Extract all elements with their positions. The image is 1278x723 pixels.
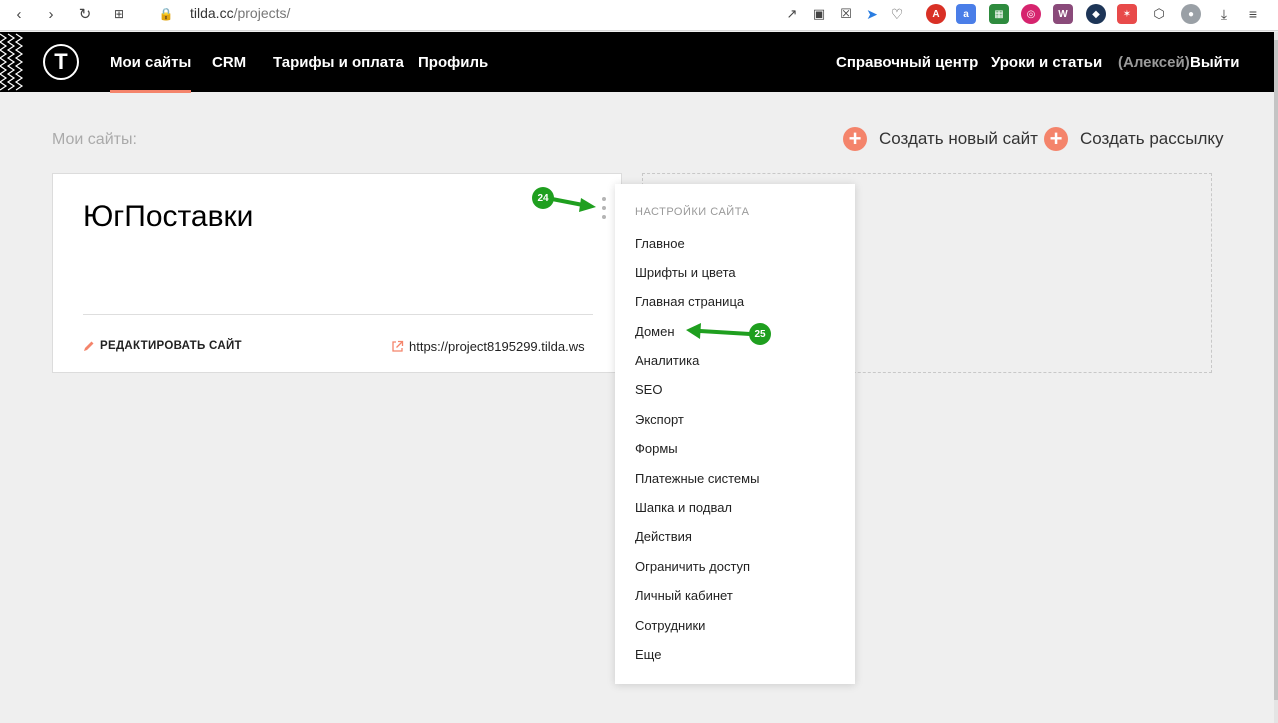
reload-icon[interactable]: ↻ — [74, 3, 96, 25]
menu-item-restrict-access[interactable]: Ограничить доступ — [635, 559, 750, 574]
dropdown-header: НАСТРОЙКИ САЙТА — [635, 206, 750, 218]
menu-item-employees[interactable]: Сотрудники — [635, 618, 705, 633]
translate-icon[interactable]: a — [956, 4, 976, 24]
adblock-icon[interactable]: A — [926, 4, 946, 24]
download-icon[interactable]: ⤓ — [1213, 3, 1235, 25]
menu-item-more[interactable]: Еще — [635, 647, 661, 662]
external-link-icon — [392, 340, 404, 352]
annotation-marker: 25 — [749, 323, 771, 345]
forward-icon[interactable]: › — [40, 3, 62, 25]
create-site-button[interactable]: + Создать новый сайт — [843, 127, 1038, 151]
nav-tariffs[interactable]: Тарифы и оплата — [273, 54, 404, 71]
site-url-text: https://project8195299.tilda.ws — [409, 339, 585, 354]
url-host: tilda.cc — [190, 5, 234, 21]
extension-green-icon[interactable]: ▦ — [989, 4, 1009, 24]
menu-item-header-footer[interactable]: Шапка и подвал — [635, 500, 732, 515]
nav-crm[interactable]: CRM — [212, 54, 246, 71]
scrollbar-thumb[interactable] — [1274, 40, 1278, 700]
plus-icon: + — [1044, 127, 1068, 151]
nav-lessons[interactable]: Уроки и статьи — [991, 54, 1102, 71]
menu-item-main[interactable]: Главное — [635, 236, 685, 251]
top-navigation: T Мои сайты CRM Тарифы и оплата Профиль … — [0, 32, 1274, 93]
edit-site-label: РЕДАКТИРОВАТЬ САЙТ — [100, 340, 242, 352]
menu-item-seo[interactable]: SEO — [635, 382, 662, 397]
menu-item-payment-systems[interactable]: Платежные системы — [635, 471, 759, 486]
nav-my-sites[interactable]: Мои сайты — [110, 54, 192, 93]
dot — [602, 197, 606, 201]
pencil-icon — [84, 341, 94, 351]
tilda-logo[interactable]: T — [43, 44, 79, 80]
dot — [602, 206, 606, 210]
create-mailing-button[interactable]: + Создать рассылку — [1044, 127, 1224, 151]
cube-icon[interactable]: ⬡ — [1148, 3, 1170, 25]
create-mailing-label: Создать рассылку — [1080, 129, 1224, 148]
card-divider — [83, 314, 593, 315]
extension-w-icon[interactable]: W — [1053, 4, 1073, 24]
nav-logout[interactable]: Выйти — [1190, 54, 1239, 71]
menu-item-personal-account[interactable]: Личный кабинет — [635, 588, 733, 603]
shield-x-icon[interactable]: ☒ — [835, 3, 857, 25]
url-path: /projects/ — [233, 5, 291, 21]
send-icon[interactable]: ➤ — [861, 3, 883, 25]
site-settings-dropdown: НАСТРОЙКИ САЙТА Главное Шрифты и цвета Г… — [615, 184, 855, 684]
site-name[interactable]: ЮгПоставки — [83, 200, 253, 234]
annotation-marker: 24 — [532, 187, 554, 209]
lock-icon: 🔒 — [158, 7, 174, 21]
zigzag-decoration — [0, 33, 24, 91]
camera-icon[interactable]: ▣ — [808, 3, 830, 25]
menu-item-export[interactable]: Экспорт — [635, 412, 684, 427]
share-icon[interactable]: ↗ — [781, 3, 803, 25]
menu-item-forms[interactable]: Формы — [635, 441, 678, 456]
menu-item-fonts-colors[interactable]: Шрифты и цвета — [635, 265, 736, 280]
menu-item-analytics[interactable]: Аналитика — [635, 353, 699, 368]
menu-icon[interactable]: ≡ — [1242, 3, 1264, 25]
nav-help-center[interactable]: Справочный центр — [836, 54, 978, 71]
extension-pink-icon[interactable]: ◎ — [1021, 4, 1041, 24]
heart-icon[interactable]: ♡ — [886, 3, 908, 25]
extension-red-icon[interactable]: ✶ — [1117, 4, 1137, 24]
back-icon[interactable]: ‹ — [8, 3, 30, 25]
page-title: Мои сайты: — [52, 131, 137, 148]
extension-dark-icon[interactable]: ◆ — [1086, 4, 1106, 24]
avatar-icon[interactable]: ● — [1181, 4, 1201, 24]
edit-site-button[interactable]: РЕДАКТИРОВАТЬ САЙТ — [83, 340, 242, 352]
nav-username: (Алексей) — [1118, 54, 1190, 71]
apps-grid-icon[interactable]: ⊞ — [108, 3, 130, 25]
dot — [602, 215, 606, 219]
menu-item-actions[interactable]: Действия — [635, 529, 692, 544]
plus-icon: + — [843, 127, 867, 151]
nav-profile[interactable]: Профиль — [418, 54, 488, 71]
site-settings-menu-button[interactable] — [600, 197, 608, 219]
site-url-link[interactable]: https://project8195299.tilda.ws — [391, 339, 585, 354]
create-site-label: Создать новый сайт — [879, 129, 1038, 148]
address-bar[interactable]: tilda.cc/projects/ — [190, 5, 290, 21]
menu-item-domain[interactable]: Домен — [635, 324, 675, 339]
menu-item-home-page[interactable]: Главная страница — [635, 294, 744, 309]
browser-toolbar: ‹ › ↻ ⊞ 🔒 tilda.cc/projects/ ↗ ▣ ☒ ➤ ♡ A… — [0, 0, 1278, 31]
